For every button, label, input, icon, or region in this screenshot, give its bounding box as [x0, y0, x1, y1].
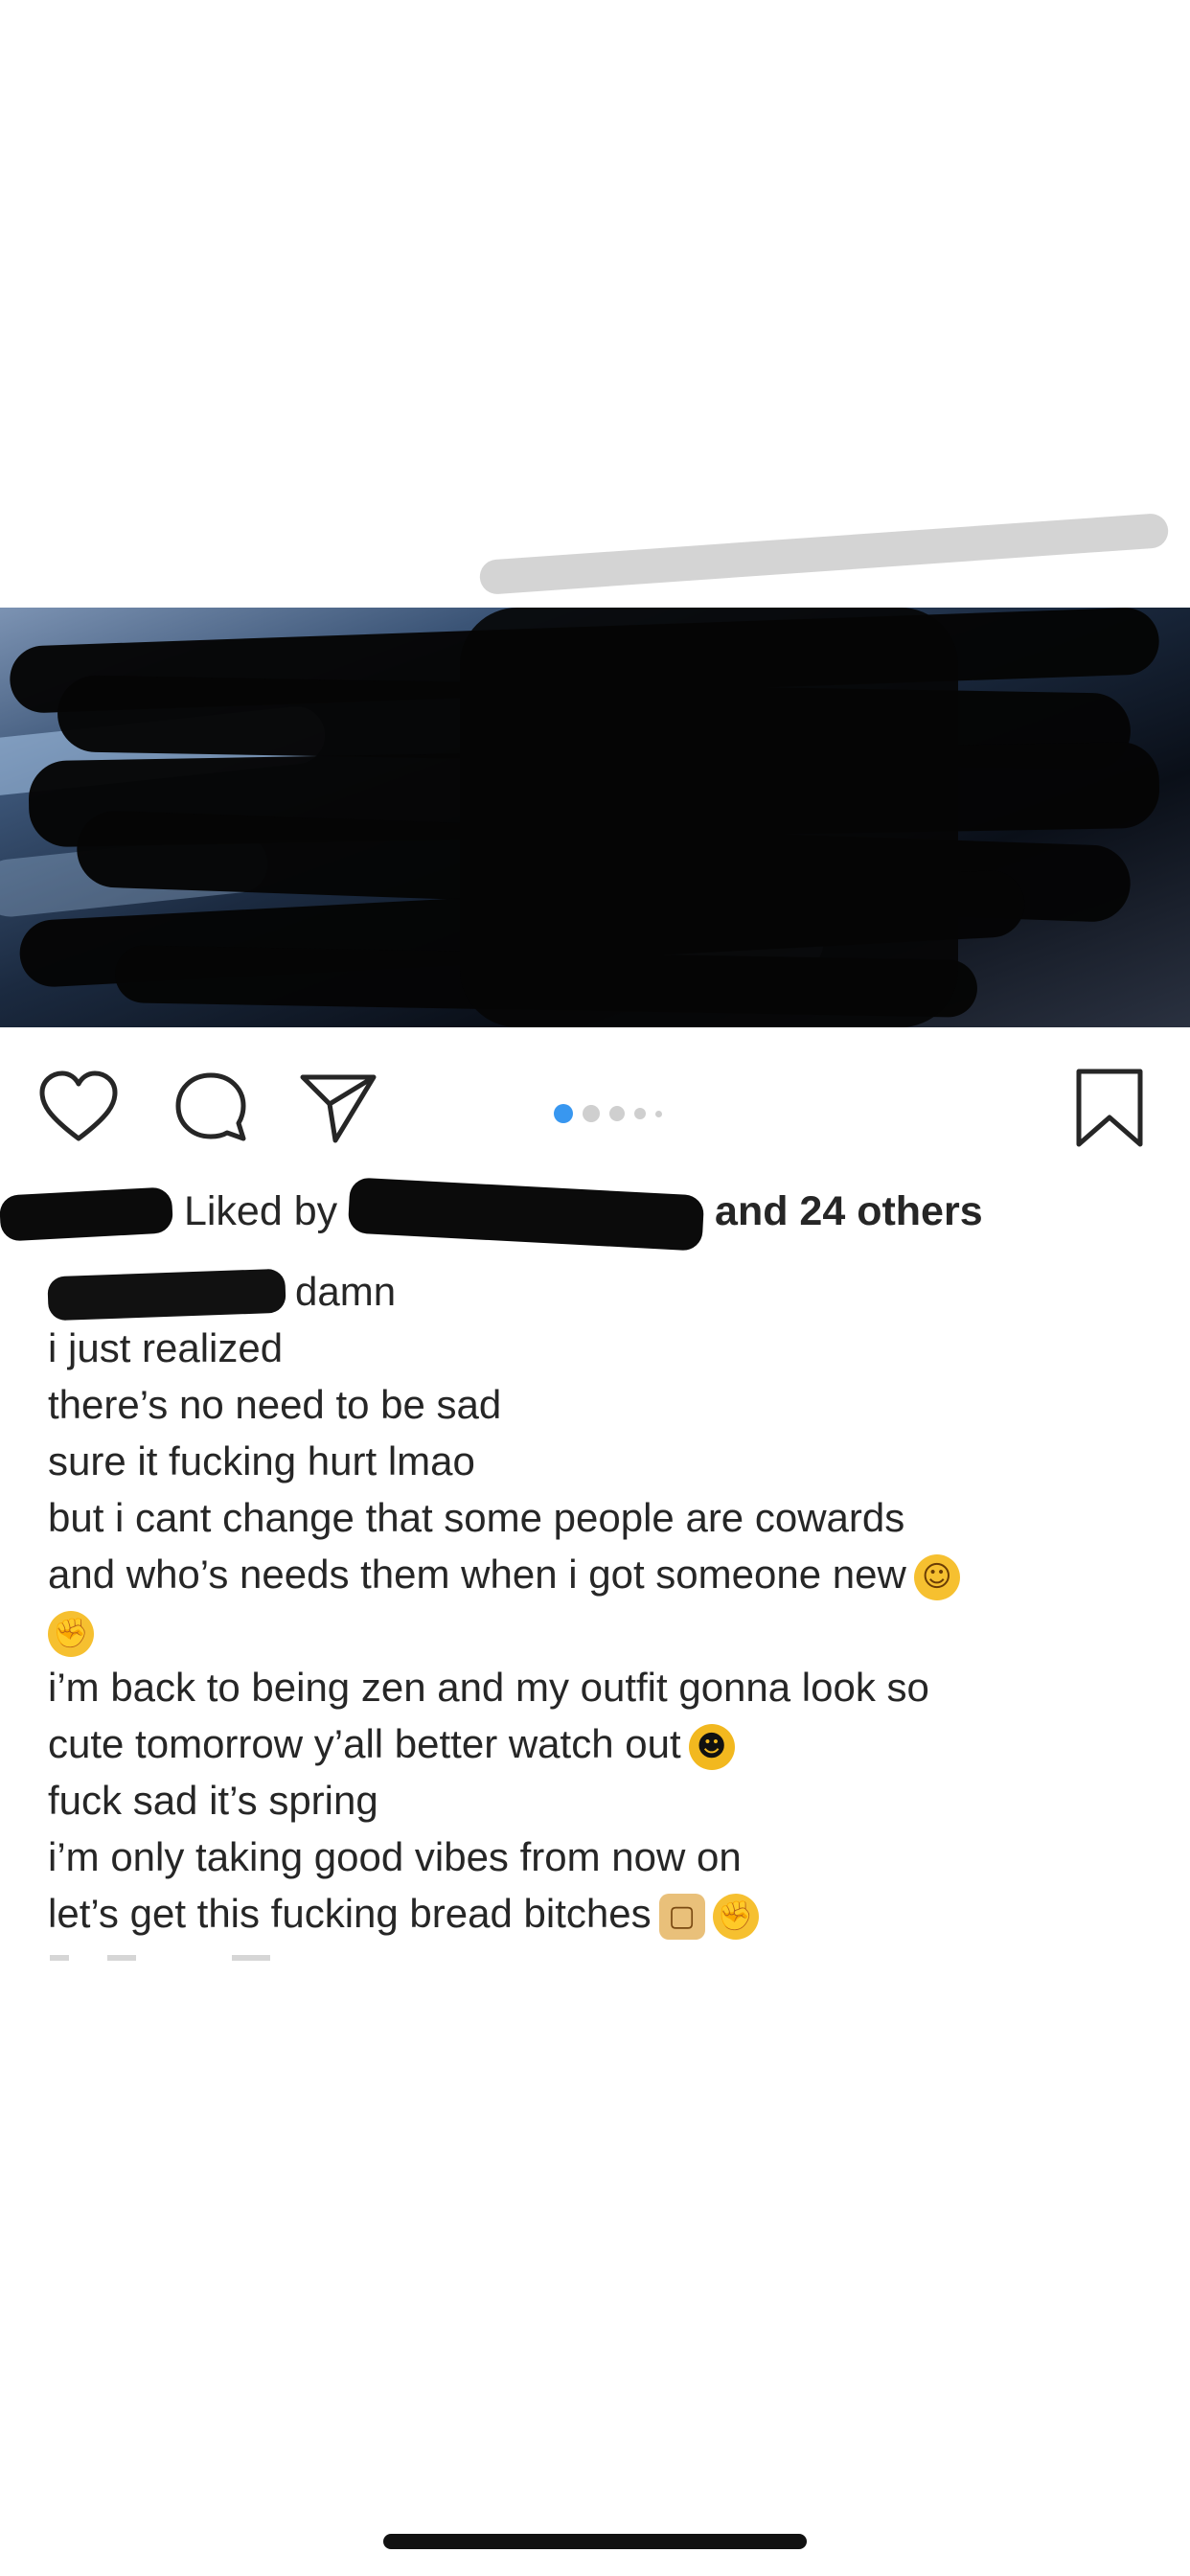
caption-username-redacted[interactable] [47, 1268, 286, 1322]
post-action-bar [0, 1056, 1190, 1162]
carousel-dot-active [554, 1104, 573, 1123]
caption-line-text: and who’s needs them when i got someone … [48, 1552, 906, 1597]
caption-line: i just realized [48, 1325, 284, 1370]
carousel-indicator [554, 1104, 662, 1123]
caption-first-text: damn [295, 1269, 397, 1314]
caption-line: i’m only taking good vibes from now on [48, 1834, 742, 1879]
caption-line: fuck sad it’s spring [48, 1778, 378, 1823]
caption-line: but i cant change that some people are c… [48, 1495, 905, 1540]
caption-line-text: let’s get this fucking bread bitches [48, 1891, 652, 1936]
caption-line: cute tomorrow y’all better watch out ☻ [48, 1715, 1150, 1772]
carousel-dot [634, 1108, 646, 1119]
caption-line: let’s get this fucking bread bitches ▢ ✊ [48, 1885, 1150, 1942]
carousel-dot [609, 1106, 625, 1121]
redaction-stroke [478, 512, 1170, 596]
view-comments-cutoff [50, 1955, 462, 1961]
home-indicator[interactable] [383, 2534, 807, 2549]
liker-username-redacted[interactable] [347, 1176, 705, 1252]
comment-icon[interactable] [171, 1070, 251, 1151]
post-caption: damn i just realized there’s no need to … [47, 1263, 1150, 1942]
carousel-dot [655, 1110, 662, 1117]
send-icon[interactable] [297, 1070, 378, 1151]
heart-icon[interactable] [38, 1070, 119, 1151]
likes-prefix: Liked by [183, 1188, 338, 1234]
caption-line: there’s no need to be sad [48, 1382, 502, 1427]
bookmark-icon[interactable] [1073, 1066, 1146, 1155]
caption-line: damn [47, 1263, 1150, 1322]
relieved-face-emoji: ☺ [913, 1553, 960, 1600]
likes-summary[interactable]: Liked by and 24 others [0, 1176, 983, 1252]
caption-line-text: cute tomorrow y’all better watch out [48, 1721, 681, 1766]
caption-line: sure it fucking hurt lmao [48, 1438, 475, 1484]
carousel-dot [583, 1105, 600, 1122]
caption-line: i’m back to being zen and my outfit gonn… [48, 1665, 929, 1710]
raised-fist-emoji: ✊ [48, 1610, 94, 1657]
fist-bump-emoji: ✊ [712, 1893, 759, 1940]
liker-avatar-redacted [0, 1185, 174, 1242]
caption-line: and who’s needs them when i got someone … [48, 1546, 1150, 1602]
caption-line: ✊ [48, 1602, 1150, 1659]
bread-emoji: ▢ [658, 1893, 705, 1940]
post-photo[interactable] [0, 608, 1190, 1027]
sunglasses-face-emoji: ☻ [688, 1723, 735, 1770]
likes-suffix: and 24 others [715, 1188, 983, 1234]
